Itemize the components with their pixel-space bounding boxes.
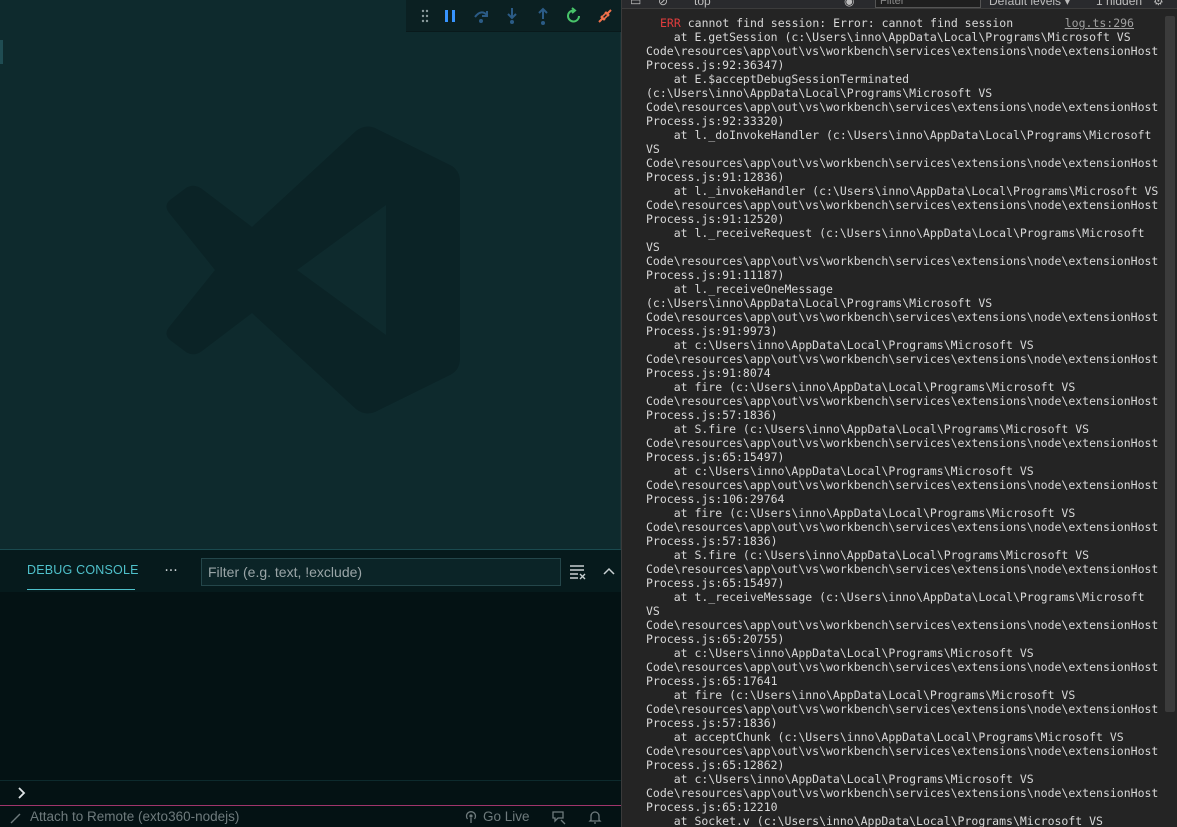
- repl-input-row[interactable]: [0, 780, 621, 806]
- settings-gear-icon[interactable]: ⚙: [1153, 0, 1164, 8]
- editor-edge-indicator: [0, 40, 3, 64]
- hidden-count: 1 hidden: [1096, 0, 1143, 8]
- chevron-up-icon[interactable]: [600, 563, 618, 581]
- console-error-entry[interactable]: ERR cannot find session: Error: cannot f…: [646, 16, 1162, 827]
- debug-plug-icon: [10, 813, 21, 823]
- stack-trace: at E.getSession (c:\Users\inno\AppData\L…: [646, 30, 1159, 827]
- log-levels-dropdown[interactable]: Default levels ▾: [989, 0, 1070, 8]
- devtools-console-panel: ▭ ⊘ top ◉ Filter Default levels ▾ 1 hidd…: [621, 0, 1177, 827]
- status-bar: Attach to Remote (exto360-nodejs) Go Liv…: [0, 805, 621, 827]
- sidebar-toggle-icon[interactable]: ▭: [630, 0, 641, 8]
- debug-toolbar: [406, 0, 621, 32]
- attach-remote-item[interactable]: Attach to Remote (exto360-nodejs): [10, 809, 239, 824]
- eye-icon[interactable]: ◉: [844, 0, 854, 8]
- clear-console-devtools-icon[interactable]: ⊘: [658, 0, 668, 8]
- panel-header: DEBUG CONSOLE ···: [0, 550, 621, 592]
- error-level-badge: ERR: [660, 16, 681, 30]
- go-live-label: Go Live: [483, 809, 530, 824]
- console-scrollbar-thumb[interactable]: [1165, 16, 1175, 712]
- vscode-logo-watermark-icon: [166, 126, 460, 414]
- disconnect-icon[interactable]: [589, 2, 620, 30]
- active-tab-indicator: [27, 589, 135, 590]
- go-live-item[interactable]: Go Live: [464, 809, 530, 824]
- step-out-icon[interactable]: [527, 2, 558, 30]
- panel: DEBUG CONSOLE ···: [0, 549, 621, 806]
- editor-area: [0, 0, 621, 549]
- pause-icon[interactable]: [434, 2, 465, 30]
- step-into-icon[interactable]: [496, 2, 527, 30]
- console-toolbar: ▭ ⊘ top ◉ Filter Default levels ▾ 1 hidd…: [622, 0, 1177, 9]
- tab-debug-console[interactable]: DEBUG CONSOLE: [27, 563, 139, 577]
- source-link[interactable]: log.ts:296: [1065, 16, 1134, 30]
- error-message: cannot find session: Error: cannot find …: [687, 16, 1014, 30]
- attach-remote-label: Attach to Remote (exto360-nodejs): [30, 809, 240, 824]
- clear-console-icon[interactable]: [568, 563, 588, 581]
- console-messages: ERR cannot find session: Error: cannot f…: [622, 10, 1162, 827]
- console-filter-input[interactable]: Filter: [875, 0, 981, 8]
- debug-console-filter-input[interactable]: [201, 558, 561, 586]
- bell-icon[interactable]: [587, 809, 603, 825]
- feedback-icon[interactable]: [551, 809, 567, 825]
- step-over-icon[interactable]: [465, 2, 496, 30]
- broadcast-icon: [465, 810, 477, 823]
- restart-icon[interactable]: [558, 2, 589, 30]
- more-actions-button[interactable]: ···: [160, 562, 182, 580]
- context-selector[interactable]: top: [694, 0, 711, 8]
- chevron-right-icon: [18, 787, 26, 799]
- drag-handle-grip-icon[interactable]: [416, 2, 434, 30]
